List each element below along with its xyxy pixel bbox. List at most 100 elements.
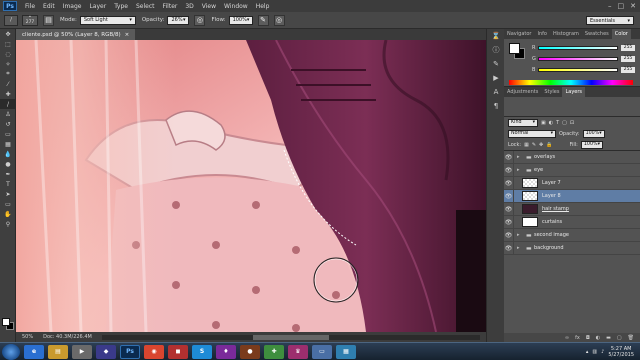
menu-help[interactable]: Help: [252, 3, 274, 10]
tab-styles[interactable]: Styles: [541, 87, 562, 97]
foreground-color-chip[interactable]: [509, 43, 520, 54]
document-tab[interactable]: cliente.psd @ 50% (Layer 8, RGB/8) ×: [16, 29, 136, 40]
color-spectrum-bar[interactable]: [509, 80, 633, 85]
airbrush-icon[interactable]: ✎: [257, 14, 269, 26]
layer-layer-7[interactable]: 👁 Layer 7: [504, 176, 640, 190]
filter-pixel-icon[interactable]: ▣: [541, 120, 546, 126]
layer-name[interactable]: second image: [534, 232, 569, 238]
app-icon-6[interactable]: ♛: [288, 344, 308, 359]
menu-type[interactable]: Type: [110, 3, 132, 10]
history-icon[interactable]: ⌛: [487, 29, 505, 43]
clock[interactable]: 5:27 AM 5/27/2015: [608, 346, 634, 358]
filter-adjust-icon[interactable]: ◐: [549, 120, 553, 126]
menu-view[interactable]: View: [198, 3, 220, 10]
tab-color[interactable]: Color: [611, 29, 631, 39]
menu-select[interactable]: Select: [132, 3, 159, 10]
app-icon-7[interactable]: ▭: [312, 344, 332, 359]
layer-group-second-image[interactable]: 👁 ▸ ▬ second image: [504, 228, 640, 242]
layer-kind-filter[interactable]: Kind ▾: [508, 118, 538, 127]
hand-tool-icon[interactable]: ✋: [0, 209, 16, 219]
app-icon-2[interactable]: ◼: [168, 344, 188, 359]
lock-position-icon[interactable]: ✥: [539, 142, 543, 148]
layer-name[interactable]: overlays: [534, 154, 555, 160]
fill-field[interactable]: 100% ▾: [580, 140, 603, 149]
crop-tool-icon[interactable]: ⌗: [0, 69, 16, 79]
layer-opacity-field[interactable]: 100% ▾: [582, 129, 605, 138]
eye-icon[interactable]: 👁: [504, 228, 514, 242]
maximize-icon[interactable]: □: [618, 2, 625, 10]
layer-hair-stamp[interactable]: 👁 hair stamp: [504, 202, 640, 216]
gradient-tool-icon[interactable]: ▦: [0, 139, 16, 149]
eye-icon[interactable]: 👁: [504, 163, 514, 177]
eraser-tool-icon[interactable]: ▭: [0, 129, 16, 139]
app-icon-4[interactable]: ●: [240, 344, 260, 359]
skype-icon[interactable]: S: [192, 344, 212, 359]
workspace-dropdown[interactable]: Essentials ▾: [586, 16, 634, 25]
tab-histogram[interactable]: Histogram: [550, 29, 582, 39]
close-icon[interactable]: ✕: [630, 2, 636, 10]
color-swatches[interactable]: [2, 318, 14, 330]
add-mask-icon[interactable]: ◘: [586, 335, 590, 341]
layer-group-overlays[interactable]: 👁 ▸ ▬ overlays: [504, 150, 640, 164]
opacity-field[interactable]: 26% ▾: [167, 15, 190, 25]
brush-panel-icon[interactable]: ▤: [43, 14, 54, 26]
eye-icon[interactable]: 👁: [504, 241, 514, 255]
start-button-icon[interactable]: [2, 343, 20, 360]
file-explorer-icon[interactable]: ▤: [48, 344, 68, 359]
media-player-icon[interactable]: ▶: [72, 344, 92, 359]
layer-name[interactable]: background: [534, 245, 564, 251]
layer-style-icon[interactable]: fx: [575, 335, 580, 341]
tab-navigator[interactable]: Navigator: [504, 29, 534, 39]
blue-slider[interactable]: [538, 68, 618, 72]
layer-name[interactable]: Layer 8: [542, 193, 561, 199]
menu-window[interactable]: Window: [220, 3, 252, 10]
delete-layer-icon[interactable]: 🗑: [628, 335, 634, 341]
filter-shape-icon[interactable]: ▢: [562, 120, 567, 126]
eye-icon[interactable]: 👁: [504, 215, 514, 229]
filter-type-icon[interactable]: T: [556, 120, 559, 126]
app-icon-3[interactable]: ♦: [216, 344, 236, 359]
marquee-tool-icon[interactable]: ⬚: [0, 39, 16, 49]
foreground-color-swatch[interactable]: [2, 318, 10, 326]
brush-presets-icon[interactable]: ✎: [487, 57, 505, 71]
character-icon[interactable]: A: [487, 85, 505, 99]
pen-tool-icon[interactable]: ✒: [0, 169, 16, 179]
move-tool-icon[interactable]: ✥: [0, 29, 16, 39]
pressure-size-icon[interactable]: ◎: [273, 14, 285, 26]
lasso-tool-icon[interactable]: ◌: [0, 49, 16, 59]
pressure-opacity-icon[interactable]: ◎: [194, 14, 206, 26]
menu-3d[interactable]: 3D: [181, 3, 197, 10]
scrollbar-thumb[interactable]: [253, 334, 329, 340]
app-icon-8[interactable]: ▦: [336, 344, 356, 359]
menu-file[interactable]: File: [21, 3, 39, 10]
zoom-tool-icon[interactable]: ⚲: [0, 219, 16, 229]
chevron-right-icon[interactable]: ▸: [517, 245, 523, 251]
eye-icon[interactable]: 👁: [504, 189, 514, 203]
chevron-right-icon[interactable]: ▸: [517, 232, 523, 238]
type-tool-icon[interactable]: T: [0, 179, 16, 189]
menu-image[interactable]: Image: [59, 3, 86, 10]
link-layers-icon[interactable]: ∞: [565, 335, 569, 341]
tab-swatches[interactable]: Swatches: [582, 29, 612, 39]
actions-icon[interactable]: ▶: [487, 71, 505, 85]
clone-stamp-tool-icon[interactable]: ♙: [0, 109, 16, 119]
filter-smart-icon[interactable]: ⊡: [570, 120, 574, 126]
blue-value[interactable]: 255: [621, 67, 635, 73]
flow-field[interactable]: 100% ▾: [228, 15, 253, 25]
new-group-icon[interactable]: ▬: [606, 335, 611, 341]
tab-adjustments[interactable]: Adjustments: [504, 87, 541, 97]
red-value[interactable]: 255: [621, 45, 635, 51]
brush-tool-preset-icon[interactable]: /: [4, 14, 18, 26]
layer-layer-8[interactable]: 👁 Layer 8: [504, 189, 640, 203]
menu-layer[interactable]: Layer: [85, 3, 110, 10]
adjustment-layer-icon[interactable]: ◐: [596, 335, 600, 341]
tab-info[interactable]: Info: [534, 29, 549, 39]
eyedropper-tool-icon[interactable]: ⁄: [0, 79, 16, 89]
shape-tool-icon[interactable]: ▭: [0, 199, 16, 209]
volume-icon[interactable]: ♪: [601, 349, 604, 355]
minimize-icon[interactable]: –: [608, 2, 612, 10]
eye-icon[interactable]: 👁: [504, 202, 514, 216]
brush-size-picker[interactable]: • 277: [22, 14, 38, 26]
healing-brush-tool-icon[interactable]: ✚: [0, 89, 16, 99]
blend-mode-dropdown[interactable]: Normal ▾: [508, 129, 556, 138]
